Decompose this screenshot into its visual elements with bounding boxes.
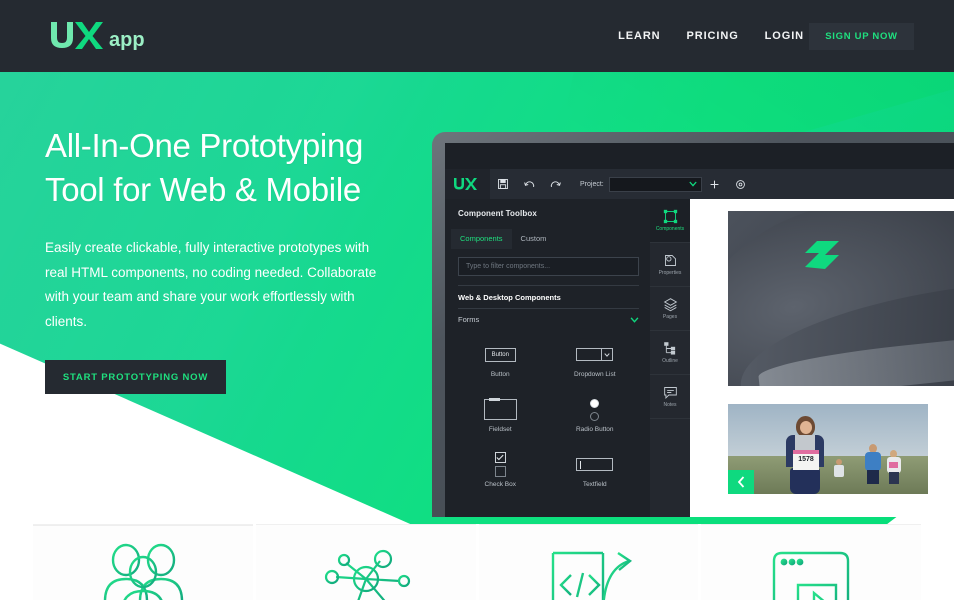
group-forms-label: Forms: [458, 315, 480, 324]
runner-background-person-1: [863, 444, 883, 484]
textfield-icon: [576, 448, 614, 481]
component-label: Button: [490, 371, 510, 378]
checkbox-icon: [494, 448, 506, 481]
chevron-down-icon: [630, 316, 639, 323]
signup-button[interactable]: SIGN UP NOW: [809, 23, 914, 50]
fieldset-icon: [483, 393, 517, 426]
start-prototyping-button[interactable]: START PROTOTYPING NOW: [45, 360, 226, 394]
app-logo[interactable]: [445, 169, 490, 199]
feature-network[interactable]: [255, 524, 476, 600]
properties-icon: [664, 255, 676, 266]
undo-icon[interactable]: [516, 169, 542, 199]
rail-item-components[interactable]: Components: [650, 199, 690, 243]
rail-item-outline[interactable]: Outline: [650, 331, 690, 375]
feature-cards: [0, 524, 954, 600]
tab-components[interactable]: Components: [451, 229, 512, 249]
runner-bib-number: 1578: [798, 456, 814, 463]
component-label: Check Box: [484, 481, 516, 488]
nav-link-login[interactable]: LOGIN: [765, 30, 804, 42]
nav-link-learn[interactable]: LEARN: [618, 30, 660, 42]
logo-x-glyph: [75, 22, 103, 49]
page-root: app LEARN PRICING LOGIN SIGN UP NOW All-…: [0, 0, 954, 600]
rail-item-notes[interactable]: Notes: [650, 375, 690, 419]
chevron-down-icon: [689, 181, 697, 187]
banner-brand-icon: [803, 241, 861, 288]
rail-item-pages[interactable]: Pages: [650, 287, 690, 331]
component-item-fieldset[interactable]: Fieldset: [453, 393, 548, 445]
project-select[interactable]: [608, 176, 702, 192]
logo-app-text: app: [109, 29, 145, 51]
rail-label: Notes: [663, 402, 677, 408]
component-item-button[interactable]: Button Button: [453, 338, 548, 390]
nav-links: LEARN PRICING LOGIN: [618, 0, 804, 72]
rail-item-properties[interactable]: Properties: [650, 243, 690, 287]
panel-title: Component Toolbox: [458, 209, 537, 218]
save-icon[interactable]: [490, 169, 516, 199]
runner-background-person-3: [833, 459, 845, 485]
canvas-runner-image[interactable]: 1578: [728, 404, 928, 494]
component-toolbox-panel: Component Toolbox Components Custom Type…: [445, 199, 650, 517]
feature-collaboration[interactable]: [33, 524, 253, 600]
chevron-left-icon: [737, 476, 745, 488]
radio-icon: [590, 393, 600, 426]
component-item-radio-button[interactable]: Radio Button: [548, 393, 643, 445]
project-label: Project:: [580, 180, 604, 188]
page-title: All-In-One Prototyping Tool for Web & Mo…: [45, 124, 445, 212]
logo-u-glyph: [51, 22, 73, 48]
code-export-icon: [552, 551, 633, 600]
canvas-banner[interactable]: Lorem ipsum dolor Shop now: [728, 211, 954, 386]
app-toolbar: Project: Pre: [445, 169, 954, 199]
panel-tabs: Components Custom: [445, 229, 650, 249]
rail-label: Pages: [662, 314, 678, 320]
carousel-prev-button[interactable]: [728, 470, 754, 494]
outline-icon: [663, 342, 675, 355]
feature-interactive-preview[interactable]: [701, 524, 921, 600]
notes-icon: [663, 387, 677, 400]
team-people-icon: [103, 543, 184, 600]
components-icon: [663, 209, 677, 224]
runner-main-person: 1578: [780, 416, 832, 494]
component-item-dropdown-list[interactable]: Dropdown List: [548, 338, 643, 390]
navbar: app LEARN PRICING LOGIN SIGN UP NOW: [0, 0, 954, 72]
app-canvas: Lorem ipsum dolor Shop now: [690, 199, 954, 517]
rail-label: Components: [655, 226, 685, 232]
component-grid: Button Button Dropdown List Fieldset Rad…: [445, 338, 650, 500]
nav-link-pricing[interactable]: PRICING: [687, 30, 739, 42]
tab-custom[interactable]: Custom: [512, 229, 556, 249]
dropdown-icon: [576, 338, 614, 371]
component-label: Radio Button: [575, 426, 614, 433]
feature-code-export[interactable]: [478, 524, 699, 600]
component-filter-input[interactable]: Type to filter components...: [458, 257, 639, 276]
component-label: Textfield: [582, 481, 607, 488]
component-item-check-box[interactable]: Check Box: [453, 448, 548, 500]
app-icon-rail: Components Properties Pages Outline Note…: [650, 199, 690, 517]
runner-background-person-2: [886, 450, 902, 484]
pages-icon: [663, 298, 677, 312]
redo-icon[interactable]: [542, 169, 568, 199]
gear-icon[interactable]: [728, 169, 754, 199]
plus-icon[interactable]: [702, 169, 728, 199]
hero-title-line1: All-In-One Prototyping: [45, 127, 364, 164]
network-nodes-icon: [324, 549, 410, 600]
filter-placeholder-text: Type to filter components...: [466, 263, 551, 270]
section-heading: Web & Desktop Components: [458, 293, 561, 302]
group-forms[interactable]: Forms: [458, 308, 639, 330]
rail-label: Outline: [662, 358, 678, 364]
button-icon: Button: [484, 338, 516, 371]
button-sample-label: Button: [484, 347, 516, 362]
hero-subtitle: Easily create clickable, fully interacti…: [45, 240, 377, 329]
component-label: Fieldset: [488, 426, 512, 433]
rail-label: Properties: [658, 270, 682, 276]
app-screen: Project: Pre: [445, 143, 954, 517]
component-label: Dropdown List: [573, 371, 616, 378]
hero-title-line2: Tool for Web & Mobile: [45, 171, 361, 208]
browser-click-icon: [772, 551, 850, 600]
brand-logo[interactable]: app: [45, 18, 165, 54]
component-item-textfield[interactable]: Textfield: [548, 448, 643, 500]
hero-copy: All-In-One Prototyping Tool for Web & Mo…: [45, 124, 445, 394]
laptop-mockup: Project: Pre: [432, 132, 954, 517]
